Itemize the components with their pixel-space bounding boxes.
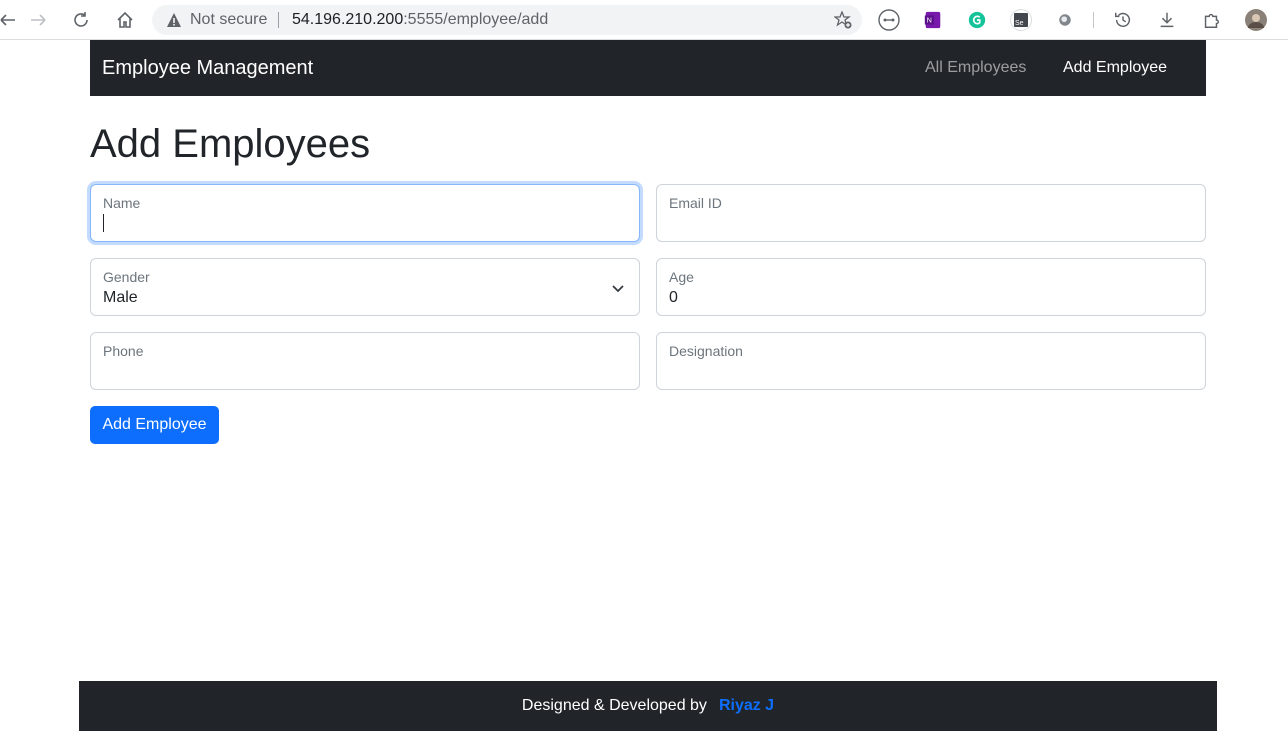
designation-field[interactable]: Designation: [656, 332, 1206, 390]
text-cursor: [103, 214, 104, 232]
address-bar[interactable]: Not secure 54.196.210.200:5555/employee/…: [152, 5, 862, 35]
history-icon[interactable]: [1112, 9, 1134, 31]
extensions-puzzle-icon[interactable]: [1200, 9, 1222, 31]
address-separator: [278, 12, 279, 28]
name-field-label: Name: [103, 195, 141, 211]
gender-select-value: Male: [103, 289, 138, 306]
email-field[interactable]: Email ID: [656, 184, 1206, 242]
extension-icon[interactable]: [878, 9, 900, 31]
nav-link-add-employee[interactable]: Add Employee: [1063, 59, 1167, 77]
name-field[interactable]: Name: [90, 184, 640, 242]
footer-author-link[interactable]: Riyaz J: [719, 697, 774, 715]
email-field-label: Email ID: [669, 195, 722, 211]
back-icon[interactable]: [0, 6, 22, 34]
reload-icon[interactable]: [67, 6, 95, 34]
home-icon[interactable]: [111, 6, 139, 34]
page-title: Add Employees: [90, 122, 371, 166]
nav-link-all-employees[interactable]: All Employees: [925, 59, 1026, 77]
svg-text:N: N: [927, 16, 932, 25]
selenium-icon[interactable]: Se: [1010, 9, 1032, 31]
svg-text:Se: Se: [1015, 20, 1024, 27]
warning-icon[interactable]: [166, 12, 182, 28]
age-field-value: 0: [669, 289, 678, 306]
footer-text: Designed & Developed by: [521, 697, 707, 714]
browser-toolbar: Not secure 54.196.210.200:5555/employee/…: [0, 0, 1288, 40]
app-navbar: Employee Management All Employees Add Em…: [90, 40, 1206, 96]
profile-avatar[interactable]: [1245, 9, 1267, 31]
gender-select-label: Gender: [103, 269, 150, 285]
forward-icon[interactable]: [24, 6, 52, 34]
age-field[interactable]: Age 0: [656, 258, 1206, 316]
url-path: :5555/employee/add: [403, 11, 549, 28]
security-indicator[interactable]: Not secure: [190, 11, 267, 29]
url-text[interactable]: 54.196.210.200:5555/employee/add: [292, 11, 548, 29]
age-field-label: Age: [669, 269, 694, 285]
download-icon[interactable]: [1156, 9, 1178, 31]
grammarly-icon[interactable]: [966, 9, 988, 31]
extension-circle-icon[interactable]: [1054, 9, 1076, 31]
onenote-icon[interactable]: N: [922, 9, 944, 31]
page-footer: Designed & Developed by Riyaz J: [79, 681, 1217, 731]
add-employee-button[interactable]: Add Employee: [90, 406, 219, 444]
chevron-down-icon: [612, 285, 624, 293]
gender-select[interactable]: Gender Male: [90, 258, 640, 316]
url-host: 54.196.210.200: [292, 11, 404, 28]
toolbar-divider: [1093, 12, 1094, 28]
phone-field[interactable]: Phone: [90, 332, 640, 390]
phone-field-label: Phone: [103, 343, 144, 359]
designation-field-label: Designation: [669, 343, 743, 359]
navbar-brand[interactable]: Employee Management: [102, 57, 313, 80]
add-favorite-icon[interactable]: [834, 11, 852, 29]
